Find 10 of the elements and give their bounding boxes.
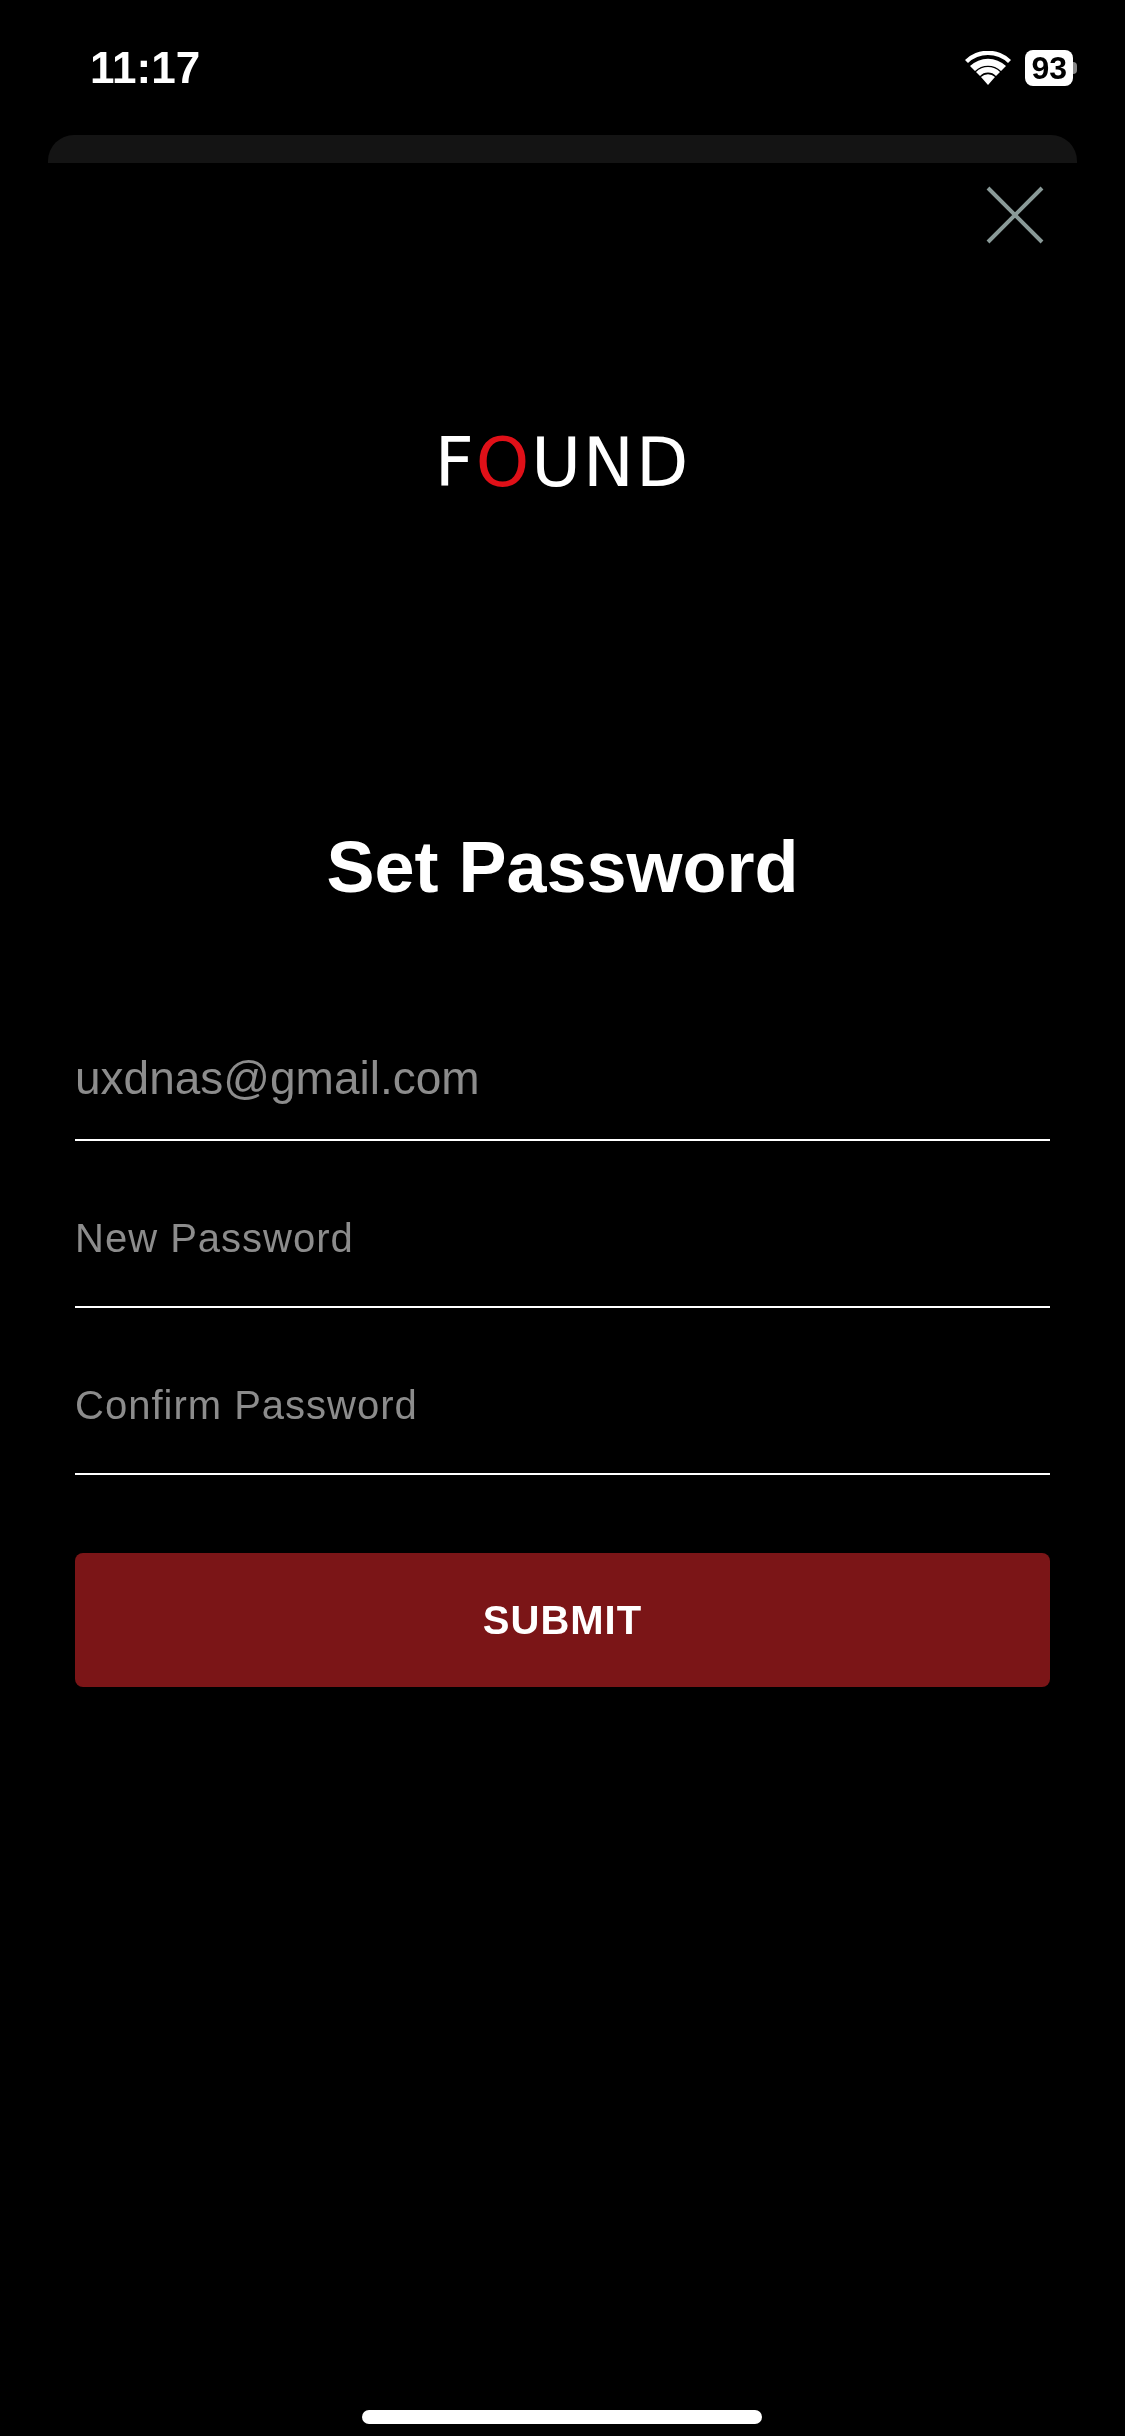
logo-text: O: [475, 425, 532, 501]
close-button[interactable]: [985, 185, 1045, 245]
logo-text: UND: [531, 425, 691, 501]
status-time: 11:17: [90, 41, 201, 94]
logo-text: F: [434, 425, 476, 501]
submit-button[interactable]: SUBMIT: [75, 1553, 1050, 1687]
page-title: Set Password: [326, 827, 799, 907]
wifi-icon: [965, 50, 1012, 85]
input-field[interactable]: Confirm Password: [75, 1308, 1050, 1475]
input-field[interactable]: New Password: [75, 1141, 1050, 1308]
